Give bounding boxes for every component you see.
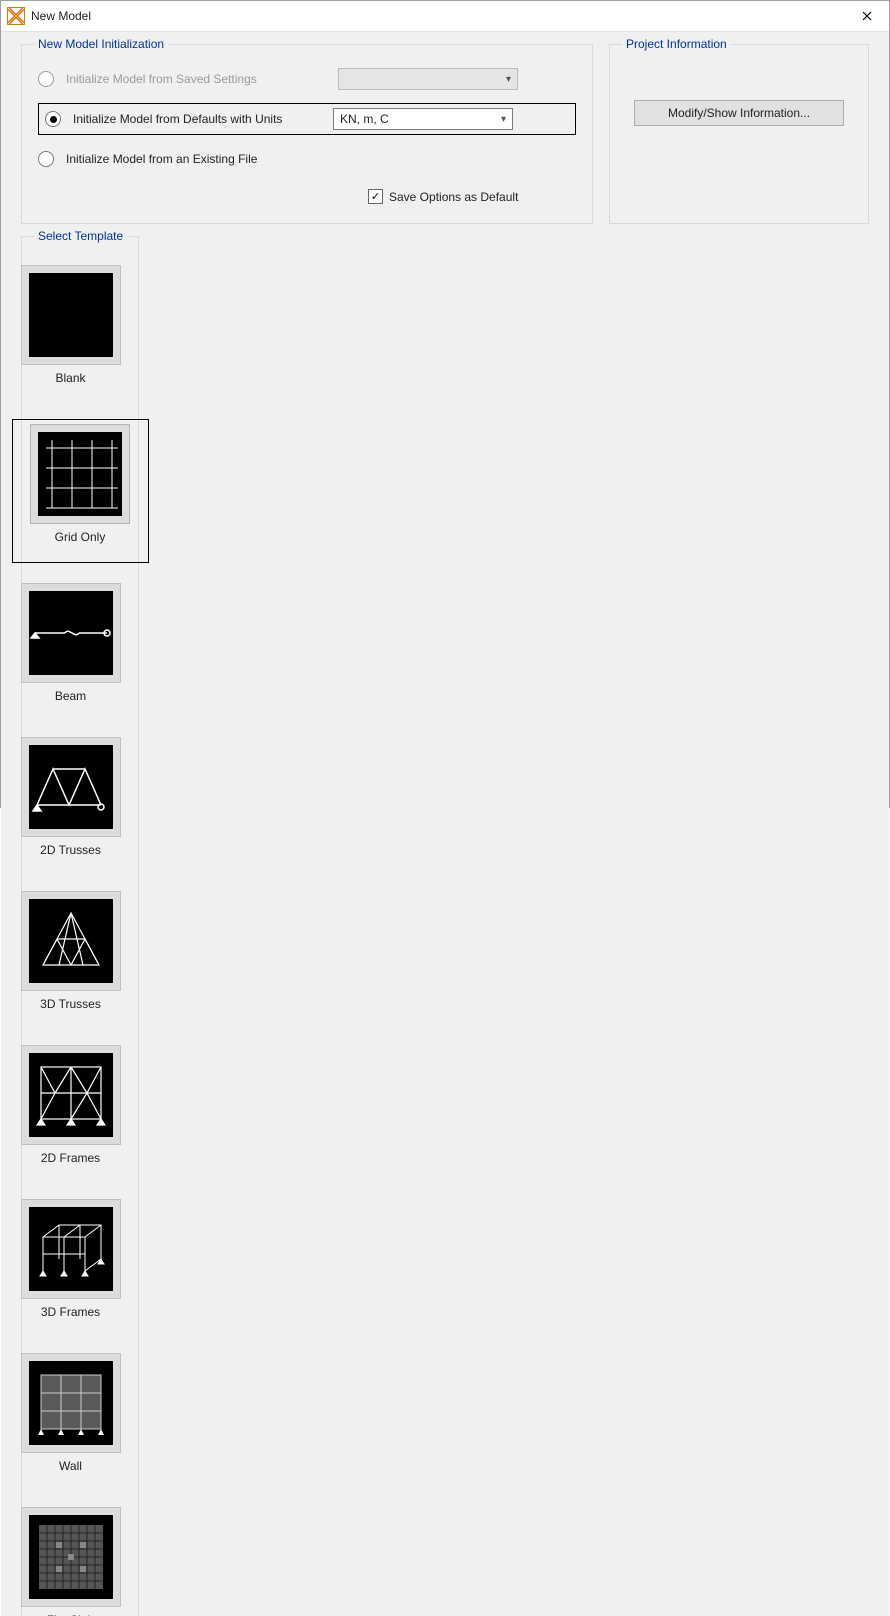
init-option-defaults-label[interactable]: Initialize Model from Defaults with Unit… bbox=[73, 112, 321, 126]
grid-icon bbox=[38, 432, 122, 516]
close-icon bbox=[862, 11, 872, 21]
init-option-saved-label: Initialize Model from Saved Settings bbox=[66, 72, 326, 86]
template-grid-only[interactable]: Grid Only bbox=[12, 419, 149, 563]
saved-units-select: ▾ bbox=[338, 68, 518, 90]
wall-icon bbox=[29, 1361, 113, 1445]
project-info-group: Project Information Modify/Show Informat… bbox=[609, 44, 869, 224]
radio-saved bbox=[38, 71, 54, 87]
blank-icon bbox=[29, 273, 113, 357]
template-3d-trusses[interactable]: 3D Trusses bbox=[12, 891, 130, 1025]
save-default-checkbox[interactable] bbox=[368, 189, 383, 204]
template-2d-trusses[interactable]: 2D Trusses bbox=[12, 737, 130, 871]
modify-show-info-button[interactable]: Modify/Show Information... bbox=[634, 100, 844, 126]
new-model-dialog: New Model New Model Initialization Initi… bbox=[0, 0, 890, 808]
window-close-button[interactable] bbox=[844, 1, 889, 31]
save-default-row[interactable]: Save Options as Default bbox=[368, 189, 576, 204]
2d-truss-icon bbox=[29, 745, 113, 829]
window-title: New Model bbox=[31, 9, 91, 23]
app-icon bbox=[7, 7, 25, 25]
template-beam[interactable]: Beam bbox=[12, 583, 130, 717]
units-select-value: KN, m, C bbox=[340, 112, 389, 126]
chevron-down-icon: ▾ bbox=[501, 114, 506, 125]
init-option-defaults-row: Initialize Model from Defaults with Unit… bbox=[38, 103, 576, 135]
3d-frames-icon bbox=[29, 1207, 113, 1291]
units-select[interactable]: KN, m, C ▾ bbox=[333, 108, 513, 130]
titlebar: New Model bbox=[1, 1, 889, 32]
select-template-group: Select Template Blank bbox=[21, 236, 139, 1616]
3d-truss-icon bbox=[29, 899, 113, 983]
init-option-existing[interactable]: Initialize Model from an Existing File bbox=[38, 145, 576, 173]
init-option-saved: Initialize Model from Saved Settings ▾ bbox=[38, 65, 576, 93]
chevron-down-icon: ▾ bbox=[506, 74, 511, 85]
template-2d-frames[interactable]: 2D Frames bbox=[12, 1045, 130, 1179]
select-template-legend: Select Template bbox=[34, 229, 127, 243]
templates-grid: Blank Grid Only bbox=[12, 257, 149, 1616]
init-group: New Model Initialization Initialize Mode… bbox=[21, 44, 593, 224]
init-option-existing-label: Initialize Model from an Existing File bbox=[66, 152, 326, 166]
template-blank[interactable]: Blank bbox=[12, 265, 130, 399]
init-legend: New Model Initialization bbox=[34, 37, 168, 51]
template-flat-slab[interactable]: Flat Slab bbox=[12, 1507, 130, 1616]
radio-defaults[interactable] bbox=[45, 111, 61, 127]
radio-existing[interactable] bbox=[38, 151, 54, 167]
template-wall[interactable]: Wall bbox=[12, 1353, 130, 1487]
template-3d-frames[interactable]: 3D Frames bbox=[12, 1199, 130, 1333]
save-default-label: Save Options as Default bbox=[389, 190, 518, 204]
beam-icon bbox=[29, 591, 113, 675]
2d-frames-icon bbox=[29, 1053, 113, 1137]
project-info-legend: Project Information bbox=[622, 37, 731, 51]
flat-slab-icon bbox=[29, 1515, 113, 1599]
